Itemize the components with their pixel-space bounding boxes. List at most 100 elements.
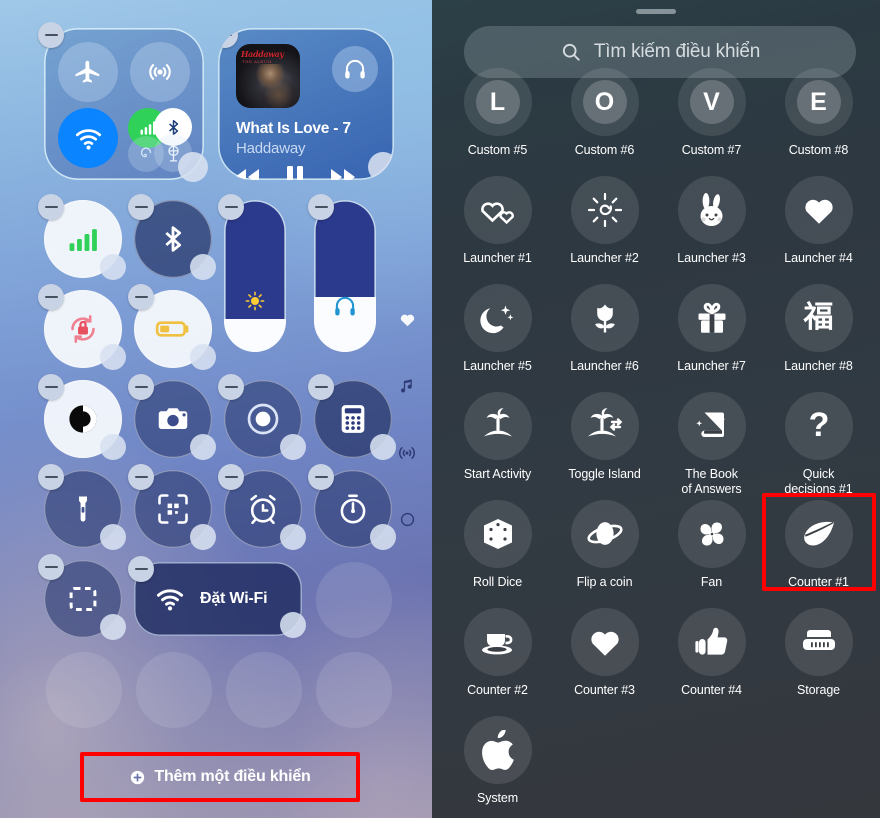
control-gallery-grid: L Custom #5 O Custom #6 V Custom #7 E Cu…	[432, 0, 880, 818]
battery-icon	[155, 321, 189, 337]
gallery-item-custom-8[interactable]: E Custom #8	[765, 68, 872, 158]
resize-handle[interactable]	[100, 434, 126, 460]
connectivity-page-indicator[interactable]	[396, 442, 418, 469]
gallery-item-label: Launcher #5	[463, 359, 532, 373]
screen-mirroring-tile[interactable]	[38, 554, 126, 640]
pause-button[interactable]	[284, 164, 306, 180]
remove-volume-slider-button[interactable]	[308, 194, 334, 220]
gallery-item-launcher-6[interactable]: Launcher #6	[551, 284, 658, 374]
gallery-item-counter-4[interactable]: Counter #4	[658, 608, 765, 698]
gallery-item-label: Launcher #3	[677, 251, 746, 265]
low-power-mode-tile[interactable]	[128, 284, 216, 370]
gallery-row: Counter #2 Counter #3 Counter #4 Storage	[444, 608, 880, 698]
resize-handle[interactable]	[370, 434, 396, 460]
flashlight-icon	[79, 496, 87, 522]
resize-handle[interactable]	[190, 524, 216, 550]
gallery-item-custom-5[interactable]: L Custom #5	[444, 68, 551, 158]
audio-output-button[interactable]	[332, 46, 378, 92]
gallery-item-toggle-island[interactable]: Toggle Island	[551, 392, 658, 497]
flashlight-tile[interactable]	[38, 464, 126, 550]
gallery-item-custom-6[interactable]: O Custom #6	[551, 68, 658, 158]
remove-alarm-button[interactable]	[218, 464, 244, 490]
gallery-item-storage[interactable]: Storage	[765, 608, 872, 698]
resize-handle[interactable]	[100, 614, 126, 640]
gallery-item-counter-1[interactable]: Counter #1	[765, 500, 872, 590]
resize-handle[interactable]	[280, 434, 306, 460]
calculator-tile[interactable]	[308, 374, 396, 460]
gallery-item-label: Custom #8	[788, 143, 849, 157]
favorites-page-indicator[interactable]	[398, 310, 417, 334]
alarm-tile[interactable]	[218, 464, 306, 550]
remove-media-player-button[interactable]	[218, 28, 238, 48]
gallery-item-launcher-8[interactable]: 福 Launcher #8	[765, 284, 872, 374]
screen-record-tile[interactable]	[218, 374, 306, 460]
remove-bluetooth-button[interactable]	[128, 194, 154, 220]
remove-low-power-mode-button[interactable]	[128, 284, 154, 310]
contrast-icon	[69, 405, 97, 433]
gallery-item-custom-7[interactable]: V Custom #7	[658, 68, 765, 158]
resize-handle[interactable]	[190, 344, 216, 370]
remove-code-scanner-button[interactable]	[128, 464, 154, 490]
remove-connectivity-group-button[interactable]	[38, 22, 64, 48]
bluetooth-tile[interactable]	[128, 194, 216, 280]
camera-tile[interactable]	[128, 374, 216, 460]
add-control-button[interactable]: Thêm một điều khiển	[86, 757, 354, 797]
resize-handle[interactable]	[368, 152, 394, 180]
gallery-item-launcher-5[interactable]: Launcher #5	[444, 284, 551, 374]
resize-handle[interactable]	[280, 524, 306, 550]
rewind-button[interactable]	[232, 166, 262, 180]
dark-mode-tile[interactable]	[38, 374, 126, 460]
timer-tile[interactable]	[308, 464, 396, 550]
resize-handle[interactable]	[100, 254, 126, 280]
gallery-item-system[interactable]: System	[444, 716, 551, 806]
remove-timer-button[interactable]	[308, 464, 334, 490]
resize-handle[interactable]	[280, 612, 306, 638]
gallery-item-launcher-3[interactable]: Launcher #3	[658, 176, 765, 266]
thumbs-up-icon	[677, 608, 746, 676]
coin-orbit-icon	[570, 500, 639, 568]
rotation-lock-tile[interactable]	[38, 284, 126, 370]
gallery-item-flip-a-coin[interactable]: Flip a coin	[551, 500, 658, 590]
resize-handle[interactable]	[178, 152, 208, 182]
gallery-item-launcher-1[interactable]: Launcher #1	[444, 176, 551, 266]
remove-screen-mirroring-button[interactable]	[38, 554, 64, 580]
media-player-card[interactable]: Haddaway THE ALBUM What Is Love - 7 Hadd…	[218, 28, 394, 180]
gallery-item-quick-decisions-1[interactable]: ? Quick decisions #1	[765, 392, 872, 497]
volume-slider[interactable]	[314, 200, 376, 352]
gallery-item-launcher-7[interactable]: Launcher #7	[658, 284, 765, 374]
resize-handle[interactable]	[190, 434, 216, 460]
wifi-toggle[interactable]	[58, 108, 118, 168]
wifi-settings-tile[interactable]: Đặt Wi-Fi	[128, 556, 306, 638]
code-scanner-tile[interactable]	[128, 464, 216, 550]
gallery-item-launcher-2[interactable]: Launcher #2	[551, 176, 658, 266]
gallery-item-launcher-4[interactable]: Launcher #4	[765, 176, 872, 266]
gallery-item-label: Roll Dice	[472, 575, 523, 589]
fast-forward-button[interactable]	[328, 166, 358, 180]
remove-wifi-settings-button[interactable]	[128, 556, 154, 582]
gallery-item-counter-3[interactable]: Counter #3	[551, 608, 658, 698]
connectivity-group[interactable]	[38, 22, 208, 182]
media-page-indicator[interactable]	[398, 376, 417, 400]
remove-screen-record-button[interactable]	[218, 374, 244, 400]
remove-camera-button[interactable]	[128, 374, 154, 400]
brightness-slider[interactable]	[224, 200, 286, 352]
resize-handle[interactable]	[190, 254, 216, 280]
gallery-item-start-activity[interactable]: Start Activity	[444, 392, 551, 497]
airplane-mode-toggle[interactable]	[58, 42, 118, 102]
remove-calculator-button[interactable]	[308, 374, 334, 400]
gallery-item-counter-2[interactable]: Counter #2	[444, 608, 551, 698]
other-page-indicator[interactable]	[399, 511, 416, 533]
gallery-item-fan[interactable]: Fan	[658, 500, 765, 590]
resize-handle[interactable]	[100, 344, 126, 370]
remove-flashlight-button[interactable]	[38, 464, 64, 490]
resize-handle[interactable]	[370, 524, 396, 550]
remove-rotation-lock-button[interactable]	[38, 284, 64, 310]
gallery-item-the-book-of-answers[interactable]: The Book of Answers	[658, 392, 765, 497]
remove-cellular-signal-button[interactable]	[38, 194, 64, 220]
resize-handle[interactable]	[100, 524, 126, 550]
airdrop-toggle[interactable]	[130, 42, 190, 102]
remove-brightness-slider-button[interactable]	[218, 194, 244, 220]
gallery-item-roll-dice[interactable]: Roll Dice	[444, 500, 551, 590]
cellular-signal-tile[interactable]	[38, 194, 126, 280]
remove-dark-mode-button[interactable]	[38, 374, 64, 400]
